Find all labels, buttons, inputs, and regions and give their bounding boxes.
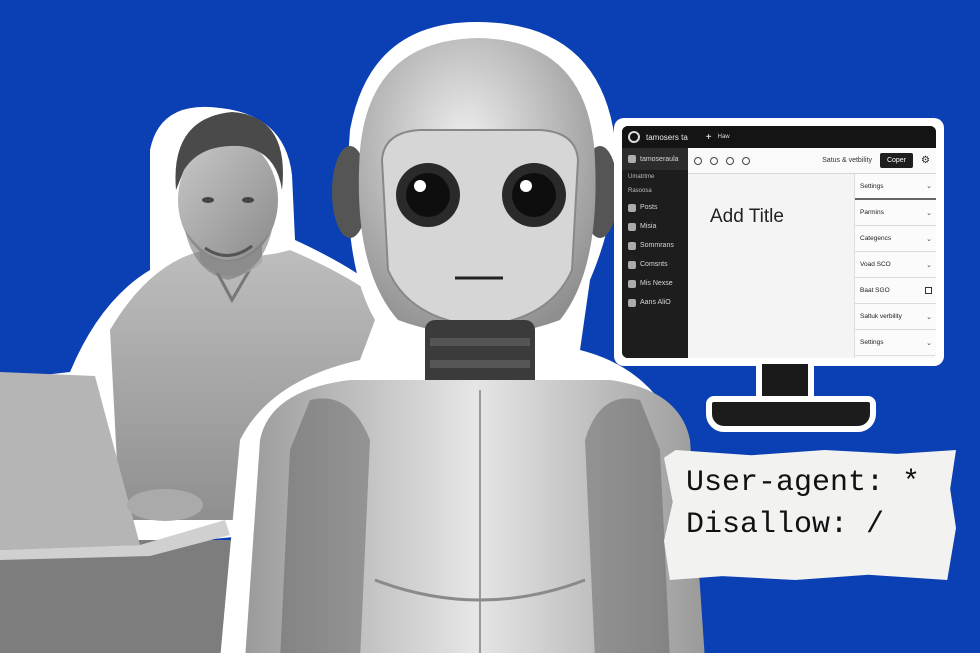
panel-row-settings-2[interactable]: Settings ⌄ <box>855 330 936 356</box>
panel-row-label: Parmins <box>860 209 884 216</box>
sidebar-item-label: Comsnts <box>640 261 668 268</box>
editor-toolbar: Satus & vetbility Coper ⚙ <box>688 148 936 174</box>
panel-row-settings[interactable]: Settings ⌄ <box>855 174 936 200</box>
sidebar-item-comments[interactable]: Comsnts <box>622 255 688 274</box>
monitor: tamosers ta + Haw tamoseraula Umatrtme R… <box>614 118 944 438</box>
checkbox[interactable] <box>925 287 932 294</box>
panel-row-label: Saltuk verbility <box>860 313 902 320</box>
comment-icon <box>628 260 636 269</box>
panel-row-checkbox[interactable]: Baat SGO <box>855 278 936 304</box>
undo-icon[interactable] <box>710 156 718 165</box>
panel-row-label: Settings <box>860 182 884 190</box>
details-icon[interactable] <box>742 156 750 165</box>
panel-row-label: Categencs <box>860 235 892 242</box>
panel-row-label: Voad SCO <box>860 261 891 268</box>
panel-row-label: Baat SGO <box>860 287 890 294</box>
robots-disallow-line: Disallow: / <box>686 508 885 542</box>
sidebar-header-label: tamoseraula <box>640 155 679 163</box>
sidebar-item-posts[interactable]: Posts <box>622 198 688 217</box>
sidebar-item-media[interactable]: Misia <box>622 217 688 236</box>
post-title-placeholder[interactable]: Add Title <box>710 206 784 228</box>
editor-canvas[interactable]: Add Title <box>688 174 854 358</box>
panel-row-visibility[interactable]: Saltuk verbility ⌄ <box>855 304 936 330</box>
chevron-down-icon: ⌄ <box>926 261 932 269</box>
chevron-down-icon: ⌄ <box>926 235 932 243</box>
gear-icon[interactable]: ⚙ <box>921 155 930 166</box>
monitor-stand-base <box>706 396 876 432</box>
sidebar-sub-item[interactable]: Rasoosa <box>622 184 688 198</box>
sidebar-item-plugins[interactable]: Aans AliO <box>622 293 688 312</box>
sidebar-section: Umatrtme <box>628 174 655 180</box>
monitor-frame: tamosers ta + Haw tamoseraula Umatrtme R… <box>614 118 944 366</box>
sidebar-item-label: Posts <box>640 204 658 211</box>
new-label[interactable]: Haw <box>718 134 730 140</box>
panel-row-seo[interactable]: Voad SCO ⌄ <box>855 252 936 278</box>
sidebar-item-label: Misia <box>640 223 657 230</box>
sidebar-item-appearance[interactable]: Mis Nexse <box>622 274 688 293</box>
admin-topbar: tamosers ta + Haw <box>622 126 936 148</box>
wordpress-logo-icon[interactable] <box>628 131 640 143</box>
settings-panel: Settings ⌄ Parmins ⌄ Categencs ⌄ Voad SC… <box>854 174 936 358</box>
editor-main: Satus & vetbility Coper ⚙ Add Title Sett… <box>688 148 936 358</box>
sidebar-item-label: Mis Nexse <box>640 280 673 287</box>
robots-user-agent-line: User-agent: * <box>686 466 921 500</box>
chevron-down-icon: ⌄ <box>926 339 932 347</box>
panel-row-label: Settings <box>860 339 884 346</box>
page-icon <box>628 241 636 250</box>
sidebar-item-label: Sommrans <box>640 242 674 249</box>
robots-txt-note: User-agent: * Disallow: / <box>664 450 956 580</box>
plus-icon[interactable]: + <box>706 132 712 143</box>
chevron-down-icon: ⌄ <box>926 183 932 190</box>
block-inserter-icon[interactable] <box>694 156 702 165</box>
publish-button[interactable]: Coper <box>879 153 914 168</box>
redo-icon[interactable] <box>726 156 734 165</box>
chevron-down-icon: ⌄ <box>926 209 932 217</box>
chevron-down-icon: ⌄ <box>926 313 932 321</box>
wordpress-editor-screen: tamosers ta + Haw tamoseraula Umatrtme R… <box>622 126 936 358</box>
pin-icon <box>628 203 636 212</box>
media-icon <box>628 222 636 231</box>
site-name[interactable]: tamosers ta <box>646 133 688 142</box>
admin-sidebar: tamoseraula Umatrtme Rasoosa Posts Misia <box>622 148 688 358</box>
sidebar-item-pages[interactable]: Sommrans <box>622 236 688 255</box>
hero-illustration: tamosers ta + Haw tamoseraula Umatrtme R… <box>0 0 980 653</box>
panel-row-permalink[interactable]: Parmins ⌄ <box>855 200 936 226</box>
dashboard-icon <box>628 155 636 163</box>
brush-icon <box>628 279 636 288</box>
sidebar-item-label: Aans AliO <box>640 299 671 306</box>
plugin-icon <box>628 298 636 307</box>
sidebar-header[interactable]: tamoseraula <box>622 148 688 170</box>
status-visibility-label[interactable]: Satus & vetbility <box>822 157 872 164</box>
panel-row-categories[interactable]: Categencs ⌄ <box>855 226 936 252</box>
